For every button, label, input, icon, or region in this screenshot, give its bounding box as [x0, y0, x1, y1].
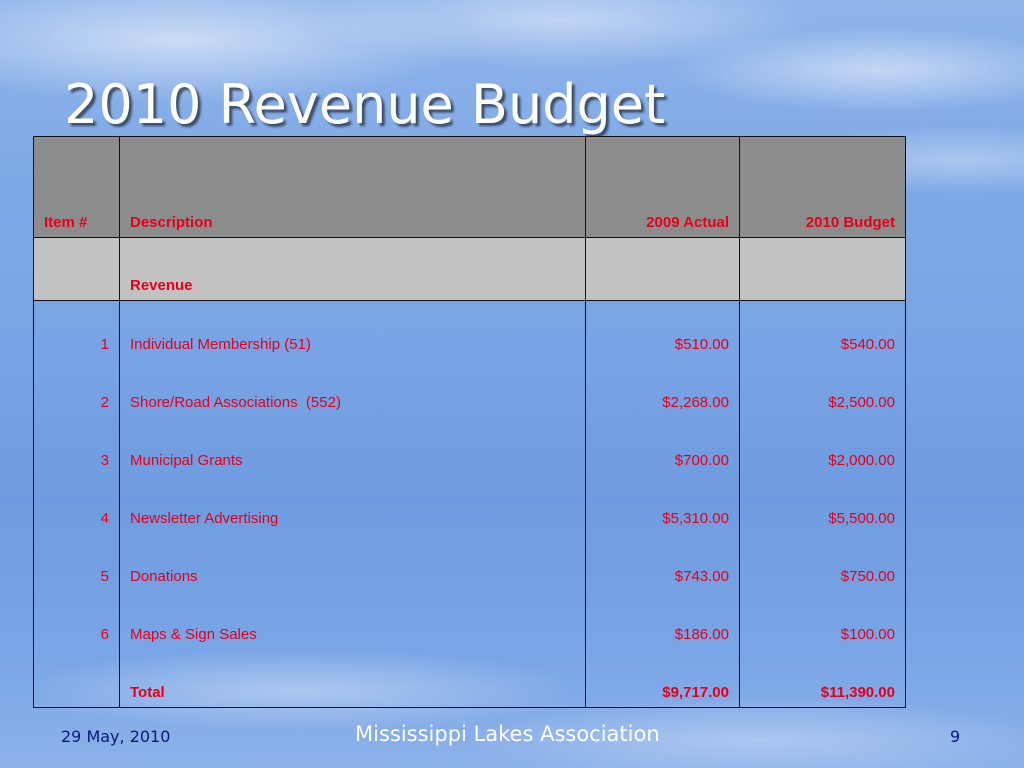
revenue-budget-table-container: Item # Description 2009 Actual 2010 Budg…	[33, 136, 906, 708]
row-item-number: 5	[33, 533, 120, 591]
table-row: 1 Individual Membership (51) $510.00 $54…	[33, 300, 906, 359]
table-row: 6 Maps & Sign Sales $186.00 $100.00	[33, 591, 906, 649]
table-row: 4 Newsletter Advertising $5,310.00 $5,50…	[33, 475, 906, 533]
total-row: Total $9,717.00 $11,390.00	[33, 649, 906, 708]
total-2010-budget: $11,390.00	[739, 649, 906, 708]
section-empty-cell	[33, 237, 120, 301]
section-empty-cell	[585, 237, 740, 301]
row-2009-actual: $186.00	[585, 591, 740, 649]
footer-organization: Mississippi Lakes Association	[355, 722, 660, 746]
table-row: 2 Shore/Road Associations (552) $2,268.0…	[33, 359, 906, 417]
section-empty-cell	[739, 237, 906, 301]
row-2010-budget: $540.00	[739, 300, 906, 359]
footer-page-number: 9	[950, 727, 961, 746]
row-2009-actual: $2,268.00	[585, 359, 740, 417]
row-2009-actual: $700.00	[585, 417, 740, 475]
row-item-number: 2	[33, 359, 120, 417]
section-label: Revenue	[119, 237, 586, 301]
row-description: Municipal Grants	[119, 417, 586, 475]
row-item-number: 4	[33, 475, 120, 533]
table-header-row: Item # Description 2009 Actual 2010 Budg…	[33, 136, 906, 238]
footer-date: 29 May, 2010	[61, 727, 171, 746]
row-2010-budget: $2,000.00	[739, 417, 906, 475]
slide-title: 2010 Revenue Budget	[64, 73, 666, 136]
table-row: 5 Donations $743.00 $750.00	[33, 533, 906, 591]
row-2010-budget: $2,500.00	[739, 359, 906, 417]
row-item-number: 1	[33, 300, 120, 359]
row-2010-budget: $5,500.00	[739, 475, 906, 533]
row-2009-actual: $510.00	[585, 300, 740, 359]
table-row: 3 Municipal Grants $700.00 $2,000.00	[33, 417, 906, 475]
revenue-budget-table: Item # Description 2009 Actual 2010 Budg…	[33, 136, 906, 708]
header-item-number: Item #	[33, 136, 120, 238]
total-empty-cell	[33, 649, 120, 708]
row-description: Donations	[119, 533, 586, 591]
row-item-number: 3	[33, 417, 120, 475]
total-label: Total	[119, 649, 586, 708]
row-2010-budget: $750.00	[739, 533, 906, 591]
row-description: Newsletter Advertising	[119, 475, 586, 533]
section-row-revenue: Revenue	[33, 237, 906, 301]
row-description: Shore/Road Associations (552)	[119, 359, 586, 417]
row-description: Individual Membership (51)	[119, 300, 586, 359]
row-2009-actual: $5,310.00	[585, 475, 740, 533]
total-2009-actual: $9,717.00	[585, 649, 740, 708]
header-2009-actual: 2009 Actual	[585, 136, 740, 238]
row-2010-budget: $100.00	[739, 591, 906, 649]
row-description: Maps & Sign Sales	[119, 591, 586, 649]
header-description: Description	[119, 136, 586, 238]
row-item-number: 6	[33, 591, 120, 649]
row-2009-actual: $743.00	[585, 533, 740, 591]
header-2010-budget: 2010 Budget	[739, 136, 906, 238]
